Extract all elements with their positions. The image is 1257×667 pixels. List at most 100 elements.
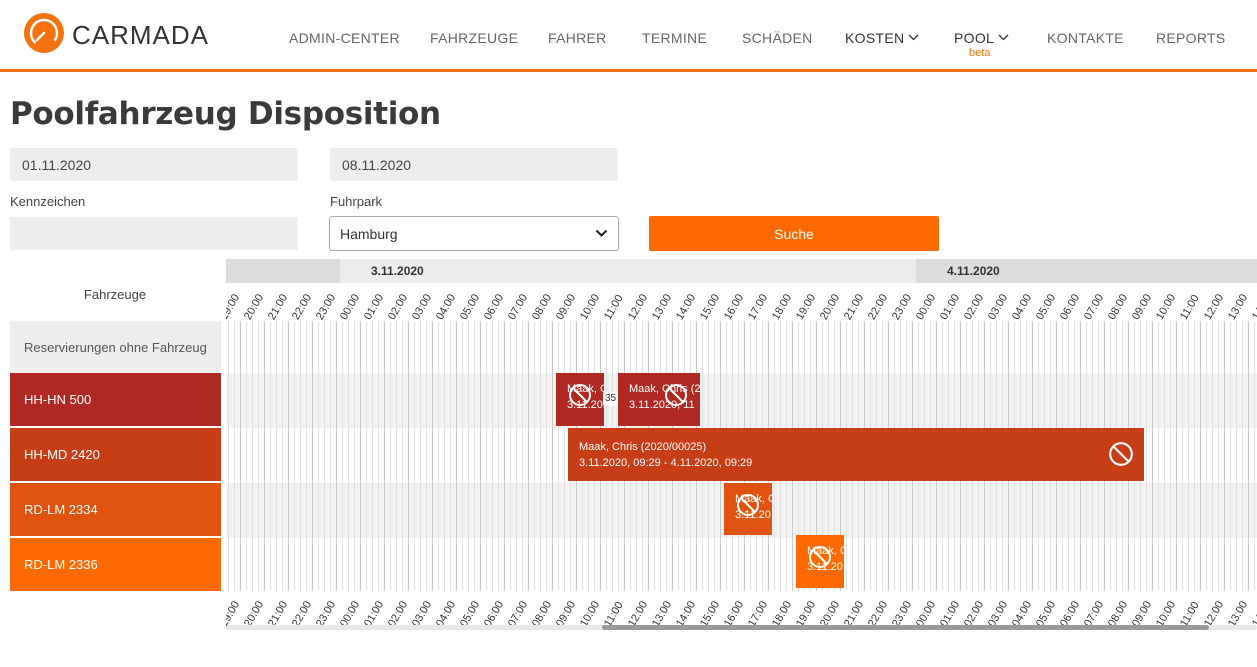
grid-line [456, 321, 457, 591]
grid-line [462, 321, 463, 591]
grid-line [1152, 321, 1153, 591]
grid-line [300, 321, 301, 591]
hour-label: 07:00 [1082, 292, 1107, 322]
hour-label: 23:00 [314, 292, 339, 322]
grid-line [1188, 321, 1189, 591]
grid-line [426, 321, 427, 591]
speedometer-logo-icon[interactable] [24, 13, 64, 53]
booking-block[interactable]: Maak, C 3.11.20 [796, 535, 844, 588]
hour-label: 10:00 [1154, 292, 1179, 322]
hour-label: 14:00 [674, 292, 699, 322]
timeline-grid[interactable]: 19:00 20:00 21:00 22:00 23:00 00:00 01:00 02:00… [226, 285, 1257, 630]
grid-line [312, 321, 313, 591]
grid-line [450, 321, 451, 591]
grid-line [534, 321, 535, 591]
grid-line [306, 321, 307, 591]
hour-label: 04:00 [434, 292, 459, 322]
booking-block[interactable]: Maak, C 3.11.20 [724, 483, 772, 535]
booking-count-tag: 35 [603, 392, 619, 406]
grid-line [252, 321, 253, 591]
grid-line [420, 321, 421, 591]
grid-line [1242, 321, 1243, 591]
grid-line [414, 321, 415, 591]
hour-label: 01:00 [938, 292, 963, 322]
hour-label: 20:00 [242, 292, 267, 322]
grid-line [228, 321, 229, 591]
booking-block[interactable]: Maak, C 3.11.2020 [556, 373, 604, 426]
hour-label: 05:00 [458, 292, 483, 322]
blocked-icon [1109, 442, 1133, 466]
booking-driver: Maak, Chris (2020/00025) [579, 441, 707, 453]
nav-pool[interactable]: POOL [954, 30, 1009, 46]
grid-line [516, 321, 517, 591]
grid-line [1194, 321, 1195, 591]
grid-line [486, 321, 487, 591]
page-title: Poolfahrzeug Disposition [10, 96, 441, 132]
nav-pool-label: POOL [954, 30, 995, 46]
nav-admin-center[interactable]: ADMIN-CENTER [289, 30, 400, 46]
booking-block[interactable]: Maak, Chris (2020/00025) 3.11.2020, 09:2… [568, 428, 1144, 481]
hour-label: 11:00 [1178, 292, 1202, 322]
grid-line [396, 321, 397, 591]
grid-line [432, 321, 433, 591]
day-label: 3.11.2020 [371, 264, 424, 278]
nav-kontakte[interactable]: KONTAKTE [1047, 30, 1124, 46]
fuhrpark-select[interactable]: Hamburg [329, 216, 619, 251]
hour-label: 13:00 [650, 292, 675, 322]
hour-label: 04:00 [1010, 292, 1035, 322]
vehicle-row-label[interactable]: RD-LM 2334 [10, 483, 221, 536]
timeline-row [226, 373, 1257, 428]
nav-fahrer[interactable]: FAHRER [548, 30, 607, 46]
grid-line [294, 321, 295, 591]
blocked-icon [569, 384, 591, 406]
day-label: 4.11.2020 [947, 264, 1000, 278]
grid-line [288, 321, 289, 591]
hour-label: 14:00 [1250, 292, 1257, 322]
grid-line [1224, 321, 1225, 591]
grid-line [540, 321, 541, 591]
grid-line [558, 321, 559, 591]
nav-kosten[interactable]: KOSTEN [845, 30, 919, 46]
nav-termine[interactable]: TERMINE [642, 30, 707, 46]
grid-line [348, 321, 349, 591]
grid-line [504, 321, 505, 591]
hour-label: 09:00 [554, 292, 579, 322]
hour-label: 10:00 [578, 292, 603, 322]
grid-line [246, 321, 247, 591]
hour-label: 15:00 [698, 292, 723, 322]
hour-label: 16:00 [722, 292, 747, 322]
reservations-without-vehicle-label: Reservierungen ohne Fahrzeug [10, 321, 221, 373]
nav-reports[interactable]: REPORTS [1156, 30, 1226, 46]
nav-fahrzeuge[interactable]: FAHRZEUGE [430, 30, 518, 46]
grid-line [1236, 321, 1237, 591]
pool-beta-badge: beta [969, 47, 991, 59]
horizontal-scrollbar-thumb[interactable] [602, 625, 1209, 630]
grid-line [270, 321, 271, 591]
grid-line [1206, 321, 1207, 591]
vehicle-row-label[interactable]: HH-MD 2420 [10, 428, 221, 481]
date-from-input[interactable]: 01.11.2020 [10, 148, 298, 181]
hour-label: 09:00 [1130, 292, 1155, 322]
grid-line [324, 321, 325, 591]
grid-line [480, 321, 481, 591]
grid-line [378, 321, 379, 591]
hour-label: 22:00 [290, 292, 315, 322]
grid-line [1230, 321, 1231, 591]
vehicle-row-label[interactable]: HH-HN 500 [10, 373, 221, 426]
search-button[interactable]: Suche [649, 216, 939, 251]
kennzeichen-input[interactable] [10, 217, 298, 250]
grid-line [1218, 321, 1219, 591]
hour-label: 06:00 [1058, 292, 1083, 322]
grid-line [276, 321, 277, 591]
hour-label: 00:00 [338, 292, 363, 322]
nav-schaeden[interactable]: SCHÄDEN [742, 30, 813, 46]
blocked-icon [809, 546, 831, 568]
vehicle-row-label[interactable]: RD-LM 2336 [10, 538, 221, 591]
grid-line [384, 321, 385, 591]
hour-label: 19:00 [226, 292, 243, 322]
hour-label: 07:00 [506, 292, 531, 322]
grid-line [474, 321, 475, 591]
date-to-input[interactable]: 08.11.2020 [330, 148, 618, 181]
booking-block[interactable]: Maak, Chris (2 3.11.2020, 11 [618, 373, 700, 426]
brand-name[interactable]: CARMADA [72, 20, 209, 51]
